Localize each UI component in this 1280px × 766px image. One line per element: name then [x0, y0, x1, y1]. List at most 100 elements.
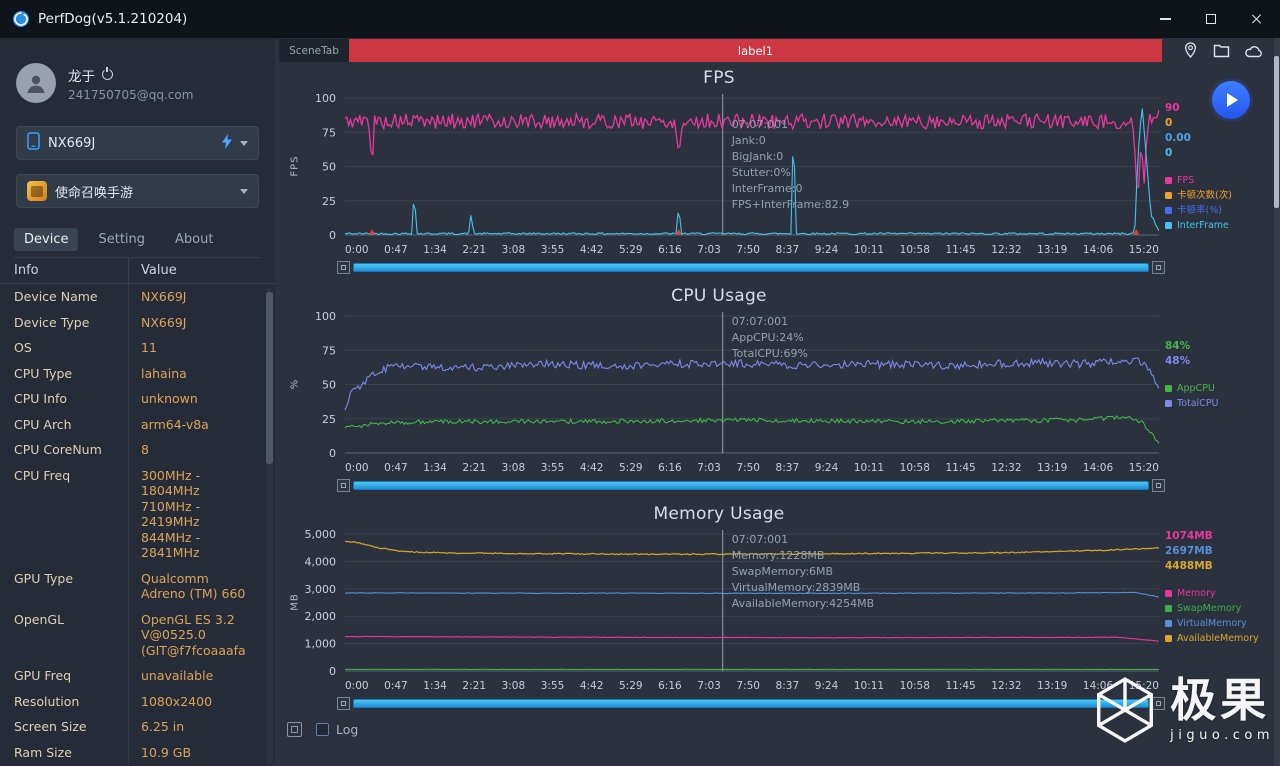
- snapshot-icon[interactable]: [287, 721, 302, 737]
- info-value: 6.25 in: [128, 714, 275, 740]
- device-select[interactable]: NX669J: [16, 126, 259, 160]
- log-checkbox[interactable]: [316, 722, 329, 736]
- scrollbar-left-handle[interactable]: [337, 260, 350, 274]
- fps-chart-scrollbar[interactable]: [337, 260, 1165, 274]
- scrollbar-bar[interactable]: [353, 698, 1149, 708]
- x-tick-label: 12:32: [991, 679, 1022, 692]
- x-tick-label: 0:00: [345, 243, 369, 256]
- x-tick-label: 9:24: [814, 679, 839, 692]
- x-tick-label: 1:34: [423, 461, 447, 474]
- info-value: arm64-v8a: [128, 411, 275, 437]
- legend-swatch: [1165, 222, 1172, 229]
- legend-swatch: [1165, 590, 1172, 597]
- scrollbar-bar[interactable]: [353, 262, 1149, 272]
- x-tick-label: 5:29: [618, 461, 643, 474]
- scene-bar: SceneTab label1: [279, 39, 1280, 62]
- x-tick-label: 6:16: [658, 461, 682, 474]
- table-row: CPU Info unknown: [0, 386, 275, 412]
- tab-setting[interactable]: Setting: [88, 228, 155, 251]
- info-label: Device Name: [14, 289, 98, 304]
- x-tick-label: 14:06: [1082, 679, 1114, 692]
- minimize-icon: [1159, 18, 1171, 20]
- device-select-value: NX669J: [48, 135, 96, 151]
- app-icon: [27, 181, 47, 201]
- x-tick-label: 0:47: [384, 679, 408, 692]
- memory-chart-title: Memory Usage: [653, 504, 785, 524]
- svg-text:4,000: 4,000: [305, 555, 337, 568]
- table-row: CPU CoreNum 8: [0, 437, 275, 463]
- phone-icon: [27, 132, 40, 154]
- table-row: Device Type NX669J: [0, 309, 275, 335]
- info-label: OS: [14, 340, 32, 355]
- minimize-button[interactable]: [1142, 0, 1188, 38]
- x-tick-label: 10:11: [853, 461, 885, 474]
- x-tick-label: 2:21: [462, 461, 487, 474]
- sidebar-tabs: Device Setting About: [14, 228, 261, 258]
- info-value: lahaina: [128, 360, 275, 386]
- cpu-chart-scrollbar[interactable]: [337, 478, 1165, 492]
- fps-chart: 100 75 50 25 0: [315, 92, 1159, 241]
- info-value: 300MHz - 1804MHz 710MHz - 2419MHz 844MHz…: [128, 462, 275, 566]
- x-tick-label: 12:32: [991, 243, 1022, 256]
- svg-text:2,000: 2,000: [305, 610, 337, 623]
- log-toggle[interactable]: Log: [316, 722, 358, 737]
- x-tick-label: 7:03: [697, 461, 721, 474]
- sidebar-scrollbar[interactable]: [266, 292, 273, 464]
- x-tick-label: 12:32: [991, 461, 1022, 474]
- svg-text:25: 25: [322, 195, 336, 208]
- info-value: 1080x2400: [128, 688, 275, 714]
- tab-about[interactable]: About: [165, 228, 223, 251]
- x-tick-label: 8:37: [775, 679, 800, 692]
- scrollbar-left-handle[interactable]: [337, 478, 350, 492]
- legend-swatch: [1165, 192, 1172, 199]
- x-tick-label: 3:55: [540, 679, 565, 692]
- info-label: CPU CoreNum: [14, 442, 102, 457]
- label1-bar[interactable]: label1: [349, 39, 1162, 62]
- x-tick-label: 10:58: [899, 461, 930, 474]
- play-button[interactable]: [1212, 81, 1250, 119]
- svg-text:5,000: 5,000: [305, 528, 337, 541]
- memory-chart: 5,000 4,000 3,000 2,000 1,000 0: [305, 528, 1159, 677]
- legend-swatch: [1165, 605, 1172, 612]
- current-value: 4488MB: [1165, 560, 1213, 572]
- app-select[interactable]: 使命召唤手游: [16, 174, 259, 208]
- info-value: unknown: [128, 386, 275, 412]
- svg-text:50: 50: [322, 161, 336, 174]
- x-tick-label: 7:50: [736, 461, 760, 474]
- memory-x-axis: 0:00 0:47 1:34 2:21 3:08 3:55 4:42 5:29 6:16 7:03…: [345, 677, 1159, 694]
- scrollbar-bar[interactable]: [353, 480, 1149, 490]
- main-scrollbar[interactable]: [1274, 56, 1279, 208]
- scrollbar-left-handle[interactable]: [337, 696, 350, 710]
- legend-item: InterFrame: [1165, 218, 1280, 233]
- label1-text: label1: [737, 43, 774, 58]
- memory-y-axis-label: MB: [289, 593, 301, 611]
- scrollbar-right-handle[interactable]: [1152, 478, 1165, 492]
- power-icon[interactable]: [102, 67, 113, 80]
- x-tick-label: 15:20: [1128, 243, 1159, 256]
- memory-chart-scrollbar[interactable]: [337, 696, 1165, 710]
- x-tick-label: 10:11: [853, 243, 885, 256]
- close-button[interactable]: [1234, 0, 1280, 38]
- info-label: Screen Size: [14, 719, 87, 734]
- cloud-icon[interactable]: [1245, 44, 1264, 58]
- scrollbar-right-handle[interactable]: [1152, 696, 1165, 710]
- x-tick-label: 14:06: [1082, 243, 1114, 256]
- cpu-chart-title: CPU Usage: [671, 286, 767, 306]
- cpu-current-values: 84% 48%: [1165, 339, 1280, 369]
- location-icon[interactable]: [1183, 42, 1198, 59]
- tab-scenetab[interactable]: SceneTab: [279, 39, 349, 62]
- folder-icon[interactable]: [1213, 43, 1230, 58]
- info-label: Device Type: [14, 314, 90, 330]
- table-row: CPU Arch arm64-v8a: [0, 411, 275, 437]
- bottom-bar: Log: [279, 716, 1280, 742]
- maximize-button[interactable]: [1188, 0, 1234, 38]
- x-tick-label: 6:16: [658, 679, 682, 692]
- info-label: Ram Size: [14, 744, 72, 760]
- scrollbar-right-handle[interactable]: [1152, 260, 1165, 274]
- x-tick-label: 4:42: [579, 679, 604, 692]
- tab-device[interactable]: Device: [14, 228, 79, 251]
- x-tick-label: 9:24: [814, 461, 839, 474]
- x-tick-label: 13:19: [1037, 679, 1068, 692]
- fps-y-axis-label: FPS: [289, 155, 301, 177]
- current-value: 84%: [1165, 340, 1191, 352]
